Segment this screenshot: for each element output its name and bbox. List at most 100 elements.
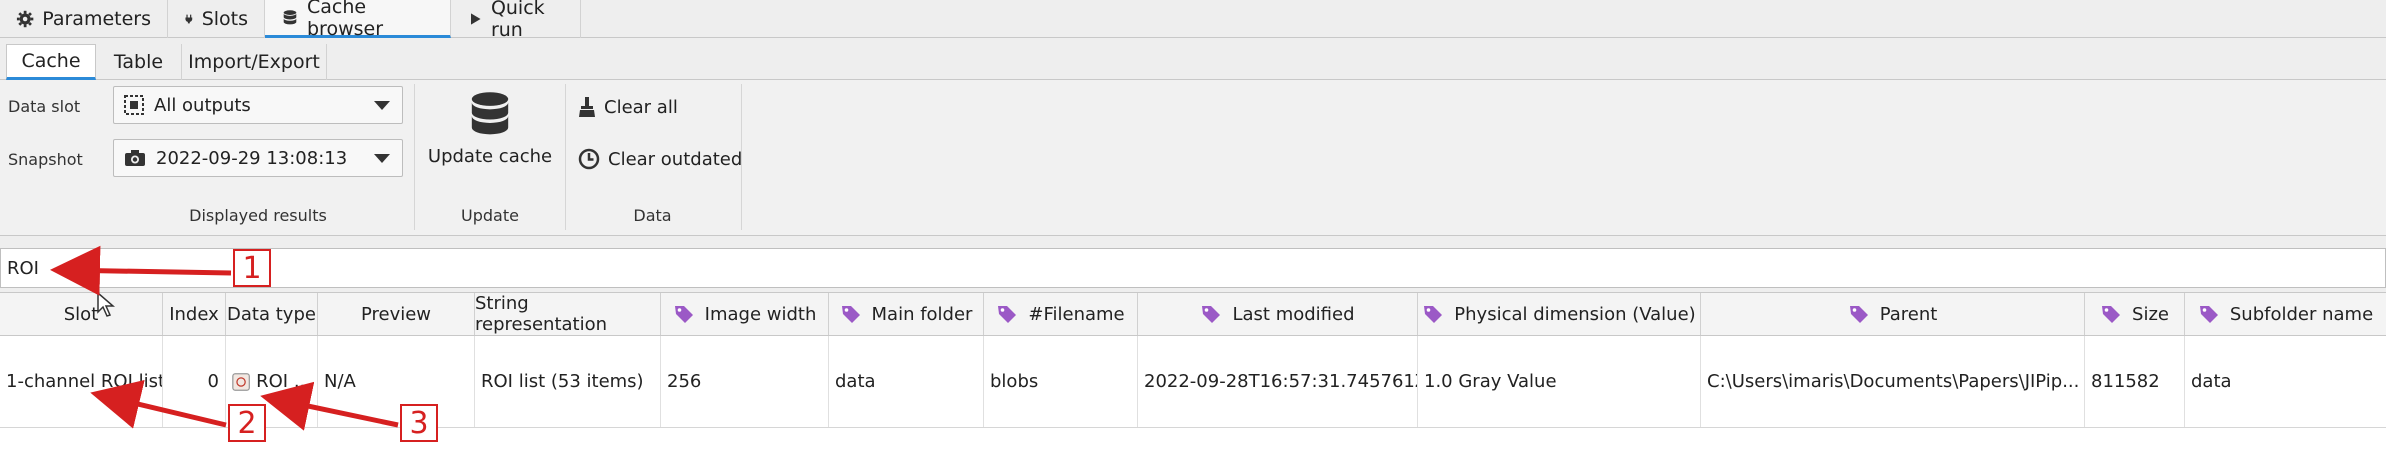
column-header-image-width[interactable]: Image width xyxy=(661,293,829,335)
column-header-filename[interactable]: #Filename xyxy=(984,293,1138,335)
clear-all-button[interactable]: Clear all xyxy=(578,96,678,118)
tag-icon xyxy=(1849,306,1868,323)
clear-all-label: Clear all xyxy=(604,96,678,118)
cell-text: 256 xyxy=(667,371,702,392)
column-header-label: Index xyxy=(169,303,219,325)
update-group-label: Update xyxy=(461,206,519,225)
snapshot-select[interactable]: 2022-09-29 13:08:13 xyxy=(113,139,403,177)
subtab-import-export-label: Import/Export xyxy=(188,51,320,73)
column-header-main-folder[interactable]: Main folder xyxy=(829,293,984,335)
sub-tab-bar: Cache Table Import/Export xyxy=(0,38,2386,80)
column-header-label: #Filename xyxy=(1028,303,1125,325)
column-header-index[interactable]: Index xyxy=(163,293,226,335)
filter-input-value: ROI xyxy=(7,257,39,279)
cell-text: ROI ... xyxy=(256,371,311,392)
tab-quick-run-label: Quick run xyxy=(490,0,545,41)
top-tab-bar: Parameters Slots Cache browser Quick run xyxy=(0,0,2386,41)
cell-text: 2022-09-28T16:57:31.745761Z xyxy=(1144,371,1418,392)
gear-icon xyxy=(16,10,34,28)
snapshot-value: 2022-09-29 13:08:13 xyxy=(156,147,348,169)
play-icon xyxy=(470,13,481,25)
data-slot-label: Data slot xyxy=(8,97,81,116)
subtab-table-label: Table xyxy=(113,51,164,73)
subtab-cache-label: Cache xyxy=(21,50,81,72)
annotation-badge-1: 1 xyxy=(233,249,271,287)
tab-quick-run[interactable]: Quick run xyxy=(451,0,581,41)
tag-icon xyxy=(1424,306,1443,323)
cell-text: blobs xyxy=(990,371,1039,392)
column-header-subfolder-name[interactable]: Subfolder name xyxy=(2185,293,2386,335)
chevron-down-icon xyxy=(374,154,390,163)
filter-input[interactable]: ROI xyxy=(0,248,2386,288)
column-header-label: Parent xyxy=(1879,303,1938,325)
annotation-badge-3: 3 xyxy=(400,404,438,442)
column-header-label: Preview xyxy=(360,303,432,325)
mouse-cursor-icon xyxy=(97,292,115,317)
cell-parent: C:\Users\imaris\Documents\Papers\JIPip..… xyxy=(1701,336,2085,427)
clear-outdated-button[interactable]: Clear outdated xyxy=(578,148,742,170)
cell-text: ROI list (53 items) xyxy=(481,371,644,392)
column-header-label: Physical dimension (Value) xyxy=(1454,303,1696,325)
cell-text: 811582 xyxy=(2091,371,2160,392)
column-header-label: Data type xyxy=(227,303,316,325)
table-header: Slot Index Data type Preview String repr… xyxy=(0,292,2386,336)
data-slot-value: All outputs xyxy=(154,94,251,116)
clock-icon xyxy=(578,148,600,170)
tag-icon xyxy=(998,306,1017,323)
cell-main-folder: data xyxy=(829,336,984,427)
tag-icon xyxy=(1202,306,1221,323)
column-header-label: Image width xyxy=(704,303,817,325)
column-header-data-type[interactable]: Data type xyxy=(226,293,318,335)
column-header-slot[interactable]: Slot xyxy=(0,293,163,335)
snapshot-label: Snapshot xyxy=(8,150,83,169)
tab-parameters[interactable]: Parameters xyxy=(0,0,168,38)
column-header-preview[interactable]: Preview xyxy=(318,293,475,335)
broom-icon xyxy=(579,97,595,117)
ribbon-separator xyxy=(565,84,566,230)
database-icon xyxy=(283,9,297,24)
table-row[interactable]: 1-channel ROI list 0 ROI ... N/A ROI lis… xyxy=(0,336,2386,428)
plug-icon xyxy=(185,14,193,24)
cell-slot: 1-channel ROI list xyxy=(0,336,163,427)
column-header-parent[interactable]: Parent xyxy=(1701,293,2085,335)
cell-text: data xyxy=(2191,371,2232,392)
cell-text: 0 xyxy=(207,371,219,392)
update-cache-button[interactable]: Update cache xyxy=(425,90,555,190)
chevron-down-icon xyxy=(374,101,390,110)
column-header-label: Main folder xyxy=(871,303,973,325)
clear-outdated-label: Clear outdated xyxy=(608,148,743,170)
column-header-size[interactable]: Size xyxy=(2085,293,2185,335)
ribbon: Data slot All outputs Snapshot 2022-09-2… xyxy=(0,80,2386,236)
annotation-badge-2: 2 xyxy=(228,404,266,442)
tab-cache-browser[interactable]: Cache browser xyxy=(265,0,451,40)
data-slot-select[interactable]: All outputs xyxy=(113,86,403,124)
camera-icon xyxy=(125,150,145,166)
subtab-import-export[interactable]: Import/Export xyxy=(182,44,327,80)
column-header-label: Size xyxy=(2132,303,2169,325)
update-cache-label: Update cache xyxy=(427,146,553,167)
cell-text: 1.0 Gray Value xyxy=(1424,371,1557,392)
cell-text: data xyxy=(835,371,876,392)
subtab-table[interactable]: Table xyxy=(96,44,182,80)
column-header-label: Subfolder name xyxy=(2229,303,2374,325)
annotation-number: 2 xyxy=(237,405,257,441)
subtab-cache[interactable]: Cache xyxy=(6,44,96,80)
select-all-icon xyxy=(124,95,144,115)
column-header-label: Slot xyxy=(63,303,99,325)
cell-image-width: 256 xyxy=(661,336,829,427)
database-icon xyxy=(471,92,509,135)
cell-preview: N/A xyxy=(318,336,475,427)
column-header-last-modified[interactable]: Last modified xyxy=(1138,293,1418,335)
tab-slots[interactable]: Slots xyxy=(168,0,265,38)
column-header-string-representation[interactable]: String representation xyxy=(475,293,661,335)
cell-text: N/A xyxy=(324,371,356,392)
column-header-physical-dimension[interactable]: Physical dimension (Value) xyxy=(1418,293,1701,335)
cell-string-representation: ROI list (53 items) xyxy=(475,336,661,427)
cell-text: 1-channel ROI list xyxy=(6,371,163,392)
ribbon-separator xyxy=(414,84,415,230)
cell-physical-dimension: 1.0 Gray Value xyxy=(1418,336,1701,427)
tab-cache-browser-label: Cache browser xyxy=(307,0,384,40)
roi-icon xyxy=(232,372,250,391)
column-header-label: Last modified xyxy=(1232,303,1355,325)
column-header-label: String representation xyxy=(475,293,608,335)
